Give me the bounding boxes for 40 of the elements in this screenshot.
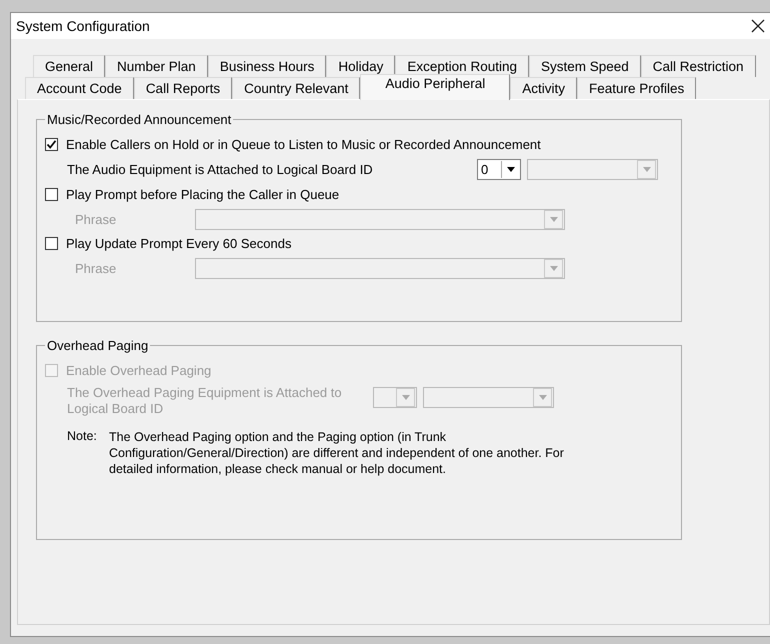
tab[interactable]: Number Plan [105, 55, 208, 77]
tab[interactable]: Call Reports [134, 77, 232, 99]
caret-icon [550, 266, 558, 270]
caret-icon [506, 166, 514, 172]
phrase-select[interactable] [195, 208, 565, 230]
tab[interactable]: Call Restriction [640, 55, 756, 77]
tab[interactable]: System Speed [528, 55, 641, 77]
phrase-label: Phrase [75, 212, 118, 226]
tab[interactable]: Country Relevant [232, 77, 360, 99]
board-name-select[interactable] [527, 158, 658, 180]
checkbox-label: Play Update Prompt Every 60 Seconds [66, 236, 292, 250]
tab[interactable]: Activity [510, 77, 577, 99]
tab[interactable]: Feature Profiles [577, 77, 696, 99]
checkbox-label: Enable Overhead Paging [66, 362, 212, 378]
checkbox-label: Play Prompt before Placing the Caller in Queue [66, 186, 340, 202]
group-title: Music/Recorded Announcement [46, 112, 232, 127]
caret-icon [550, 216, 558, 222]
board-name-select[interactable] [423, 387, 554, 408]
phrase-select[interactable] [195, 258, 565, 278]
tab[interactable]: Holiday [326, 55, 396, 77]
caret-icon [402, 395, 410, 400]
tab[interactable]: Audio Peripheral [360, 74, 510, 100]
board-label: The Audio Equipment is Attached to Logical Board ID [67, 162, 374, 176]
note-label: Note: [67, 429, 98, 445]
checkbox[interactable] [45, 138, 58, 150]
tab[interactable]: General [33, 55, 106, 77]
board-label: The Overhead Paging Equipment is Attached to Logical Board ID [67, 385, 343, 417]
phrase-label: Phrase [75, 260, 118, 276]
tab[interactable]: Account Code [25, 77, 134, 99]
checkbox-label: Enable Callers on Hold or in Queue to Listen to Music or Recorded Announcement [66, 136, 541, 152]
board-id-select[interactable]: 0 [477, 158, 521, 180]
note-text: The Overhead Paging option and the Paging option (in Trunk Configuration/General/Direction) are different and independent of one another. For detailed information, please check manual or help document. [109, 429, 565, 477]
close-icon[interactable] [751, 19, 765, 33]
tab[interactable]: Business Hours [208, 55, 326, 77]
window-title: System Configuration [16, 18, 150, 34]
group-title: Overhead Paging [46, 338, 150, 353]
checkbox[interactable] [45, 236, 58, 250]
checkbox[interactable] [45, 188, 58, 200]
caret-icon [538, 395, 546, 400]
caret-icon [642, 166, 650, 172]
